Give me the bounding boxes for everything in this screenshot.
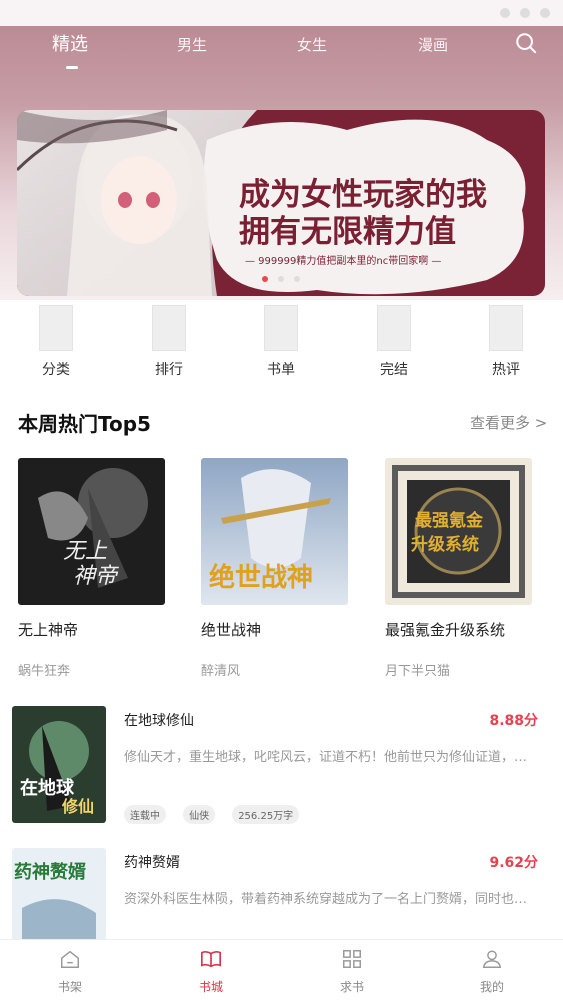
nav-label: 我的 bbox=[479, 980, 504, 994]
status-bar bbox=[0, 0, 563, 26]
nav-request[interactable]: 求书 bbox=[312, 940, 392, 995]
book-description: 修仙天才，重生地球，叱咤风云，证道不朽！他前世只为修仙证道，却... bbox=[124, 750, 534, 765]
entry-completed[interactable]: 完结 bbox=[364, 305, 424, 379]
book-author: 月下半只猫 bbox=[385, 664, 451, 679]
grid-icon bbox=[343, 950, 361, 968]
user-icon bbox=[482, 950, 502, 968]
entry-booklist[interactable]: 书单 bbox=[251, 305, 311, 379]
book-title: 无上神帝 bbox=[18, 621, 79, 639]
hot-book-card[interactable]: 无上 神帝 无上神帝 蜗牛狂奔 bbox=[18, 458, 166, 679]
see-more-link[interactable]: 查看更多 > bbox=[470, 412, 547, 433]
entry-label: 分类 bbox=[42, 362, 70, 378]
book-title: 最强氪金升级系统 bbox=[385, 621, 506, 639]
book-cover: 无上 神帝 bbox=[18, 458, 165, 605]
hot-book-card[interactable]: 绝世战神 绝世战神 醉清风 bbox=[201, 458, 349, 679]
book-author: 蜗牛狂奔 bbox=[18, 664, 71, 679]
completed-icon bbox=[377, 305, 411, 351]
cover-title: 神帝 bbox=[73, 564, 119, 589]
active-tab-indicator bbox=[66, 66, 78, 69]
entry-category[interactable]: 分类 bbox=[26, 305, 86, 379]
cover-title: 最强氪金 bbox=[415, 510, 484, 531]
ranking-icon bbox=[152, 305, 186, 351]
nav-bookshelf[interactable]: 书架 bbox=[30, 940, 110, 995]
entry-hot-reviews[interactable]: 热评 bbox=[476, 305, 536, 379]
list-item[interactable]: 在地球 修仙 在地球修仙 8.88分 修仙天才，重生地球，叱咤风云，证道不朽！他… bbox=[12, 706, 552, 826]
nav-label: 书架 bbox=[57, 980, 82, 994]
book-score: 8.88分 bbox=[489, 713, 538, 729]
nav-bookstore[interactable]: 书城 bbox=[171, 940, 251, 995]
nav-label: 求书 bbox=[339, 980, 364, 994]
tab-featured[interactable]: 精选 bbox=[52, 30, 88, 56]
book-title: 在地球修仙 bbox=[124, 713, 194, 729]
entry-label: 排行 bbox=[155, 362, 183, 378]
book-score: 9.62分 bbox=[489, 855, 538, 871]
book-cover: 绝世战神 bbox=[201, 458, 348, 605]
signal-icon bbox=[500, 8, 510, 18]
tab-female[interactable]: 女生 bbox=[297, 34, 327, 55]
book-description: 资深外科医生林陨，带着药神系统穿越成为了一名上门赘婿，同时也拥... bbox=[124, 892, 534, 907]
book-icon bbox=[201, 951, 221, 968]
banner-headline-1: 成为女性玩家的我 bbox=[239, 177, 487, 213]
bottom-nav: 书架 书城 求书 我的 bbox=[0, 939, 563, 1002]
cover-title: 升级系统 bbox=[411, 534, 479, 555]
banner-subline: — 999999精力值把副本里的nc带回家啊 — bbox=[245, 254, 441, 267]
category-tabs: 精选 男生 女生 漫画 bbox=[0, 30, 563, 70]
pager-dot bbox=[278, 276, 284, 282]
entry-label: 热评 bbox=[492, 362, 520, 378]
pager-dot-active bbox=[262, 276, 268, 282]
entry-label: 完结 bbox=[380, 362, 408, 378]
wifi-icon bbox=[520, 8, 530, 18]
book-title: 绝世战神 bbox=[201, 621, 262, 639]
cover-title: 无上 bbox=[63, 539, 108, 564]
category-icon bbox=[39, 305, 73, 351]
book-title: 药神赘婿 bbox=[124, 855, 180, 871]
quick-entries: 分类 排行 书单 完结 热评 bbox=[0, 305, 563, 385]
banner-headline-2: 拥有无限精力值 bbox=[239, 214, 456, 250]
pager-dot bbox=[294, 276, 300, 282]
search-icon[interactable] bbox=[515, 32, 537, 54]
section-title: 本周热门Top5 bbox=[18, 412, 151, 436]
cover-title: 修仙 bbox=[61, 797, 94, 816]
booklist-icon bbox=[264, 305, 298, 351]
tag-word-count: 256.25万字 bbox=[232, 805, 300, 824]
hot-reviews-icon bbox=[489, 305, 523, 351]
book-author: 醉清风 bbox=[201, 664, 241, 679]
home-icon bbox=[61, 950, 79, 968]
book-cover: 在地球 修仙 bbox=[12, 706, 106, 823]
cover-title: 在地球 bbox=[20, 777, 75, 799]
tab-comics[interactable]: 漫画 bbox=[418, 34, 448, 55]
battery-icon bbox=[540, 8, 550, 18]
entry-label: 书单 bbox=[267, 362, 295, 378]
promo-banner[interactable]: 成为女性玩家的我 拥有无限精力值 — 999999精力值把副本里的nc带回家啊 … bbox=[17, 110, 545, 296]
entry-ranking[interactable]: 排行 bbox=[139, 305, 199, 379]
banner-pager bbox=[17, 267, 545, 286]
tag-status: 连载中 bbox=[124, 805, 166, 824]
tag-genre: 仙侠 bbox=[183, 805, 216, 824]
cover-title: 绝世战神 bbox=[209, 562, 313, 593]
tab-male[interactable]: 男生 bbox=[177, 34, 207, 55]
book-cover: 最强氪金 升级系统 bbox=[385, 458, 532, 605]
nav-label: 书城 bbox=[198, 980, 223, 994]
hot-book-card[interactable]: 最强氪金 升级系统 最强氪金升级系统 月下半只猫 bbox=[385, 458, 533, 679]
cover-title: 药神赘婿 bbox=[14, 861, 86, 883]
nav-profile[interactable]: 我的 bbox=[452, 940, 532, 995]
book-tags: 连载中 仙侠 256.25万字 bbox=[124, 804, 311, 824]
